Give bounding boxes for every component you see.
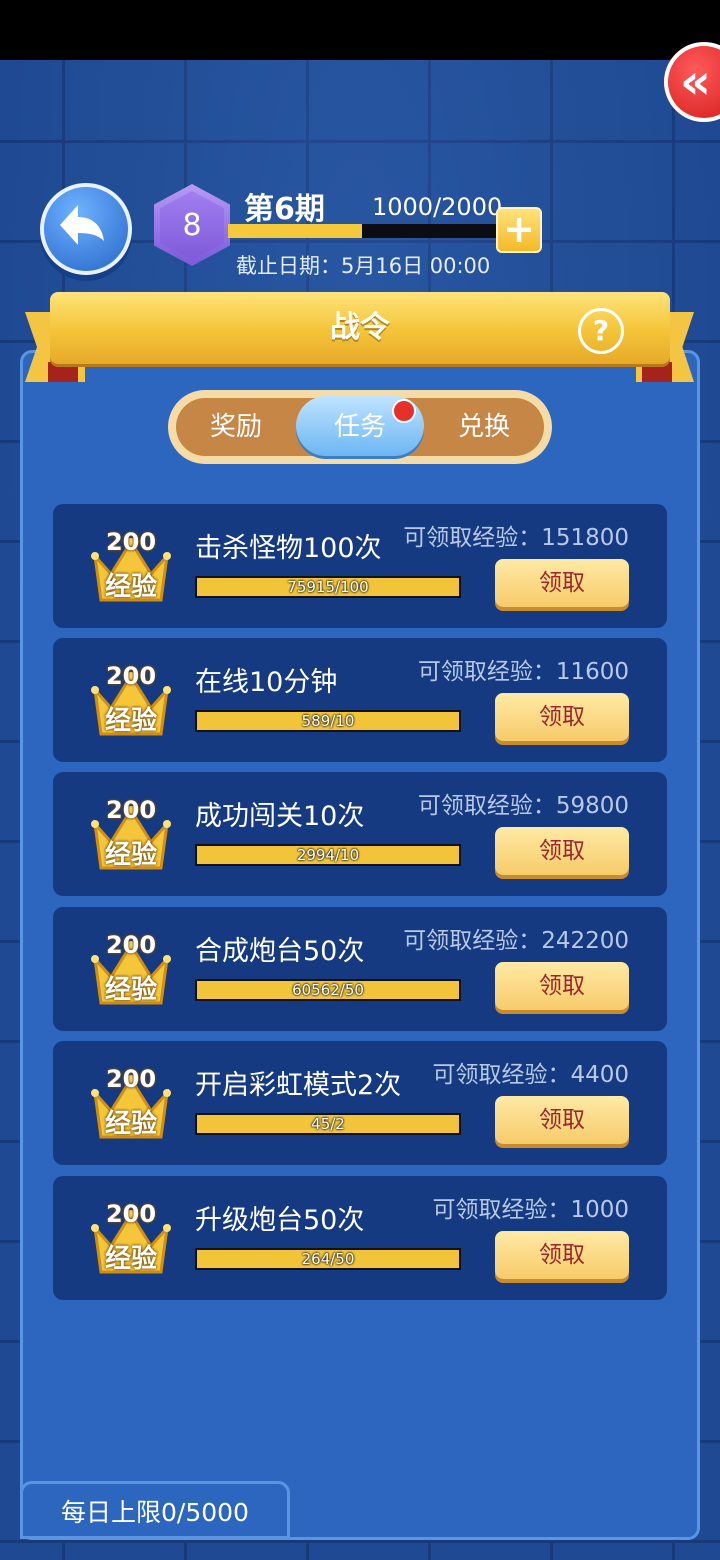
ribbon-right-fold: [642, 362, 672, 382]
task-progress-text: 60562/50: [292, 981, 364, 999]
reward-type: 经验: [104, 1244, 157, 1274]
task-progress-text: 264/50: [301, 1250, 355, 1268]
notification-dot: [392, 399, 416, 423]
task-name: 开启彩虹模式2次: [195, 1070, 402, 1101]
season-progress-text: 1000/2000: [372, 193, 503, 221]
task-row: 200 经验 升级炮台50次 可领取经验：1000 264/50 领取: [53, 1176, 667, 1300]
reward-type: 经验: [104, 1109, 157, 1139]
add-exp-button[interactable]: +: [496, 207, 542, 253]
page-title: 战令: [330, 310, 390, 345]
task-name: 升级炮台50次: [195, 1205, 365, 1236]
task-progress-text: 589/10: [301, 712, 355, 730]
task-progress-bar: 589/10: [195, 710, 461, 732]
claim-button[interactable]: 领取: [495, 693, 629, 741]
season-title: 第6期: [244, 192, 325, 227]
reward-amount: 200: [105, 1065, 157, 1093]
deadline-text: 截止日期：5月16日 00:00: [236, 254, 491, 278]
claim-button[interactable]: 领取: [495, 559, 629, 607]
reward-type: 经验: [104, 975, 157, 1005]
task-name: 成功闯关10次: [195, 801, 365, 832]
task-name: 击杀怪物100次: [195, 533, 382, 564]
task-row: 200 经验 在线10分钟 可领取经验：11600 589/10 领取: [53, 638, 667, 762]
task-progress-bar: 75915/100: [195, 576, 461, 598]
tab-exchange[interactable]: 兑换: [424, 398, 544, 456]
claimable-exp: 可领取经验：242200: [403, 928, 629, 954]
reward-type: 经验: [104, 572, 157, 602]
task-progress-text: 45/2: [311, 1115, 345, 1133]
task-progress-bar: 2994/10: [195, 844, 461, 866]
task-progress-text: 75915/100: [287, 578, 369, 596]
claimable-exp: 可领取经验：1000: [432, 1197, 629, 1223]
task-row: 200 经验 成功闯关10次 可领取经验：59800 2994/10 领取: [53, 772, 667, 896]
reward-amount: 200: [105, 528, 157, 556]
title-banner: 战令: [50, 292, 670, 364]
status-bar: [0, 0, 720, 60]
task-progress-text: 2994/10: [296, 846, 360, 864]
reward-amount: 200: [105, 796, 157, 824]
task-progress-bar: 60562/50: [195, 979, 461, 1001]
tab-rewards[interactable]: 奖励: [176, 398, 296, 456]
season-progress-bar: [228, 224, 496, 238]
claim-button[interactable]: 领取: [495, 1231, 629, 1279]
task-row: 200 经验 合成炮台50次 可领取经验：242200 60562/50 领取: [53, 907, 667, 1031]
claimable-exp: 可领取经验：59800: [417, 793, 629, 819]
task-row: 200 经验 开启彩虹模式2次 可领取经验：4400 45/2 领取: [53, 1041, 667, 1165]
task-progress-bar: 264/50: [195, 1248, 461, 1270]
reward-type: 经验: [104, 840, 157, 870]
back-button[interactable]: [40, 183, 132, 275]
reward-amount: 200: [105, 662, 157, 690]
claimable-exp: 可领取经验：151800: [403, 525, 629, 551]
claimable-exp: 可领取经验：11600: [417, 659, 629, 685]
task-name: 合成炮台50次: [195, 936, 365, 967]
help-button[interactable]: ?: [578, 308, 624, 354]
task-row: 200 经验 击杀怪物100次 可领取经验：151800 75915/100 领取: [53, 504, 667, 628]
daily-limit: 每日上限0/5000: [20, 1481, 290, 1539]
claim-button[interactable]: 领取: [495, 1096, 629, 1144]
claim-button[interactable]: 领取: [495, 962, 629, 1010]
task-name: 在线10分钟: [195, 667, 338, 698]
reward-amount: 200: [105, 1200, 157, 1228]
reward-amount: 200: [105, 931, 157, 959]
back-arrow-icon: [60, 205, 104, 245]
task-progress-bar: 45/2: [195, 1113, 461, 1135]
double-chevron-left-icon: «: [680, 54, 712, 110]
claimable-exp: 可领取经验：4400: [432, 1062, 629, 1088]
season-progress-fill: [228, 224, 362, 238]
ribbon-left-fold: [48, 362, 78, 382]
reward-type: 经验: [104, 706, 157, 736]
claim-button[interactable]: 领取: [495, 827, 629, 875]
